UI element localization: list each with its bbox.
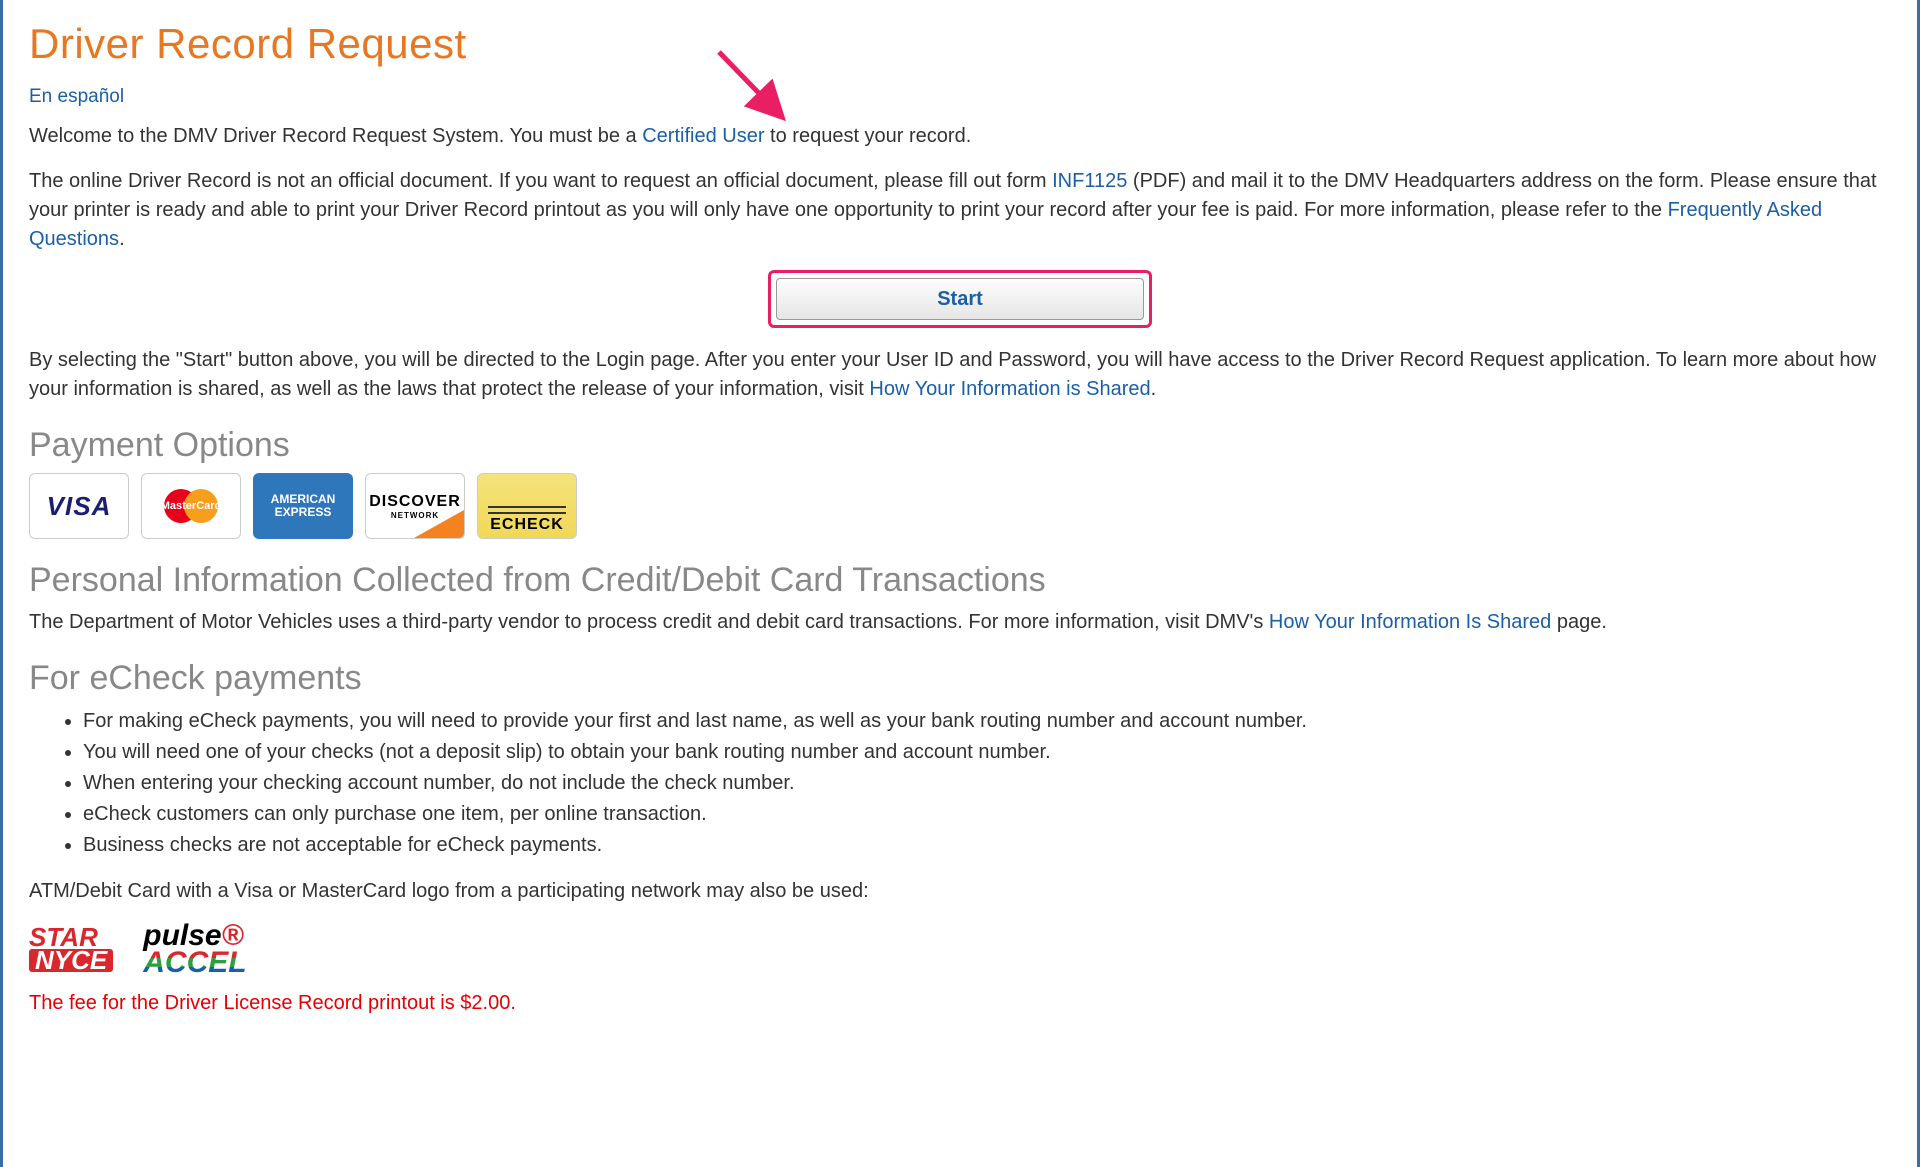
nyce-label: NYCE (29, 949, 113, 972)
language-link[interactable]: En español (29, 86, 124, 108)
welcome-pre: Welcome to the DMV Driver Record Request… (29, 125, 642, 147)
payment-options-heading: Payment Options (29, 426, 1891, 465)
list-item: When entering your checking account numb… (83, 768, 1891, 799)
pulse-accel-icon: pulse® ACCEL (143, 922, 246, 976)
personal-info-heading: Personal Information Collected from Cred… (29, 561, 1891, 600)
echeck-card-icon: ECHECK (477, 473, 577, 539)
start-button-area: Start (29, 270, 1891, 328)
annotation-highlight-box: Start (768, 270, 1152, 328)
disclaimer-text: The online Driver Record is not an offic… (29, 167, 1891, 254)
list-item: For making eCheck payments, you will nee… (83, 706, 1891, 737)
personal-info-text: The Department of Motor Vehicles uses a … (29, 608, 1891, 637)
atm-line: ATM/Debit Card with a Visa or MasterCard… (29, 877, 1891, 906)
star-nyce-icon: STAR NYCE (29, 926, 113, 973)
accel-label: ACCEL (143, 949, 246, 976)
after-start-text: By selecting the "Start" button above, y… (29, 346, 1891, 404)
amex-card-icon: AMERICAN EXPRESS (253, 473, 353, 539)
disclaimer-post: . (119, 228, 125, 250)
page-container: Driver Record Request En español Welcome… (0, 0, 1920, 1167)
echeck-label: ECHECK (490, 516, 564, 534)
start-button[interactable]: Start (776, 278, 1144, 320)
echeck-heading: For eCheck payments (29, 659, 1891, 698)
discover-label: DISCOVER (369, 493, 461, 511)
mastercard-icon: MasterCard (141, 473, 241, 539)
welcome-post: to request your record. (765, 125, 972, 147)
info-shared-link-1[interactable]: How Your Information is Shared (869, 378, 1150, 400)
page-title: Driver Record Request (29, 20, 1891, 68)
personal-info-pre: The Department of Motor Vehicles uses a … (29, 611, 1269, 633)
welcome-text: Welcome to the DMV Driver Record Request… (29, 122, 1891, 151)
disclaimer-pre: The online Driver Record is not an offic… (29, 170, 1052, 192)
info-shared-link-2[interactable]: How Your Information Is Shared (1269, 611, 1551, 633)
list-item: eCheck customers can only purchase one i… (83, 799, 1891, 830)
payment-cards-row: VISA MasterCard AMERICAN EXPRESS DISCOVE… (29, 473, 1891, 539)
echeck-bullet-list: For making eCheck payments, you will nee… (29, 706, 1891, 861)
discover-card-icon: DISCOVER NETWORK (365, 473, 465, 539)
visa-card-icon: VISA (29, 473, 129, 539)
mastercard-label: MasterCard (161, 500, 222, 512)
after-start-post: . (1151, 378, 1157, 400)
certified-user-link[interactable]: Certified User (642, 125, 764, 147)
pulse-label: pulse® (143, 922, 246, 949)
list-item: Business checks are not acceptable for e… (83, 830, 1891, 861)
form-link[interactable]: INF1125 (1052, 170, 1127, 192)
fee-line: The fee for the Driver License Record pr… (29, 992, 1891, 1015)
personal-info-post: page. (1551, 611, 1607, 633)
list-item: You will need one of your checks (not a … (83, 737, 1891, 768)
debit-networks-row: STAR NYCE pulse® ACCEL (29, 922, 1891, 976)
